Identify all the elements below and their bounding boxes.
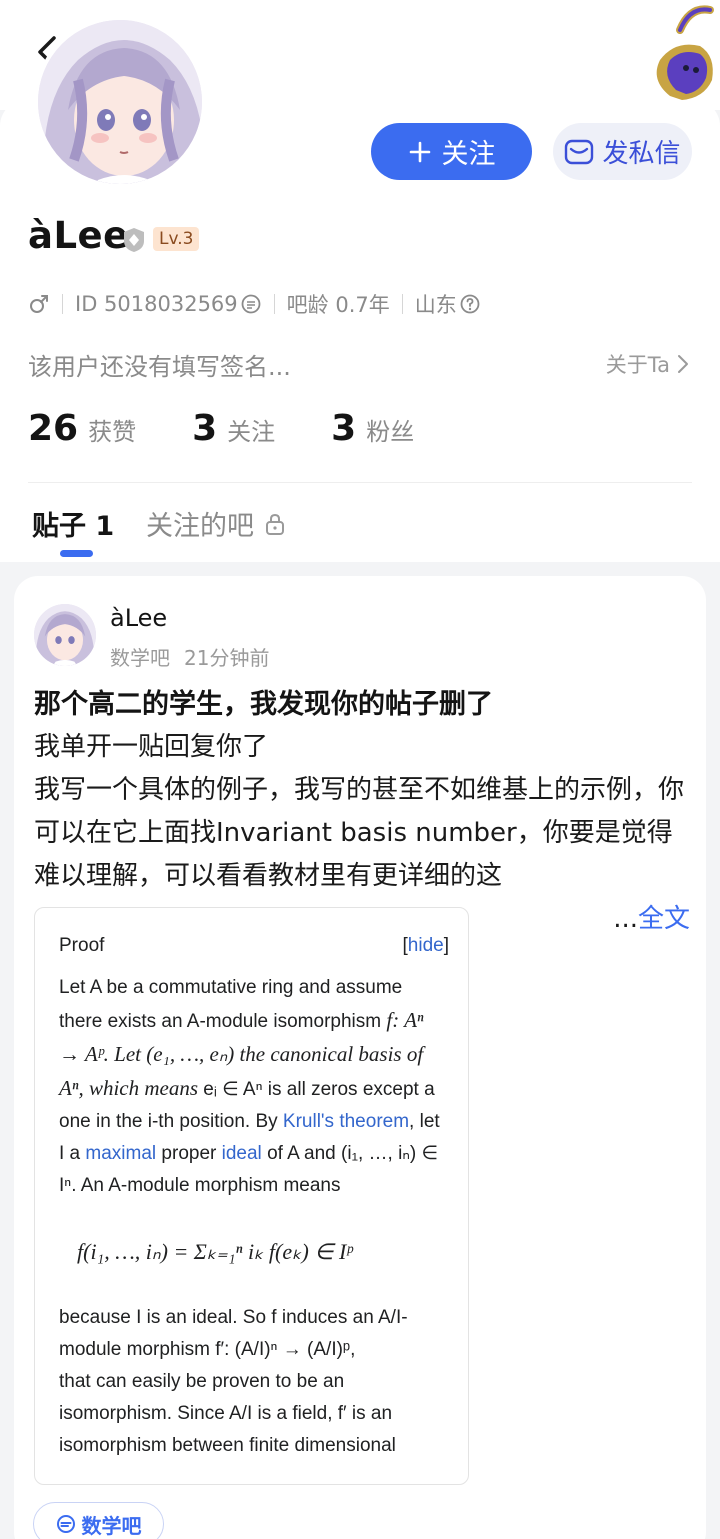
proof-text: proper [161,1143,217,1164]
bar-tag-label: 数学吧 [81,1513,142,1538]
proof-header: Proof [hide] [59,930,449,962]
post-title[interactable]: 那个高二的学生，我发现你的帖子删了 [34,682,493,721]
tab-followed-bars-label: 关注的吧 [146,511,254,542]
separator [273,294,275,314]
separator [401,294,403,314]
ellipsis: ... [613,904,638,934]
link-krull: Krull's theorem [282,1111,410,1132]
scorpion-badge-icon [656,0,720,100]
follow-button-label: 关注 [441,139,496,170]
post-image[interactable]: Proof [hide] Let A be a commutative ring… [34,907,469,1485]
post-meta: 数学吧 21分钟前 [110,642,269,671]
bar-tag[interactable]: 数学吧 [33,1502,164,1539]
user-id: ID 5018032569 [75,292,238,316]
stat-value: 3 [192,408,218,449]
avatar-illustration [34,604,96,666]
stat-label: 粉丝 [366,418,415,446]
stat-following[interactable]: 3 关注 [192,408,275,449]
post-author[interactable]: àLee [110,604,167,632]
post-time: 21分钟前 [184,646,270,670]
about-link[interactable]: 关于Ta [606,349,690,379]
stat-label: 获赞 [88,418,137,446]
plus-icon [409,141,430,162]
tab-followed-bars[interactable]: 关注的吧 [146,504,286,543]
post-bar[interactable]: 数学吧 [110,642,170,671]
copy-icon[interactable] [240,293,262,315]
post-line: 我写一个具体的例子，我写的甚至不如维基上的示例，你可以在它上面找Invarian… [34,775,685,891]
post-line: 我单开一贴回复你了 [34,732,269,762]
hide-link: hide [407,935,444,956]
link-maximal: maximal [85,1143,157,1164]
message-button[interactable]: 发私信 [553,123,692,180]
chevron-right-icon [678,355,688,373]
follow-button[interactable]: 关注 [371,123,532,180]
post-card[interactable]: àLee 数学吧 21分钟前 那个高二的学生，我发现你的帖子删了 我单开一贴回复… [14,576,706,1539]
separator [62,294,63,314]
tab-posts[interactable]: 贴子 1 [32,504,114,543]
stats-row: 26 获赞 3 关注 3 粉丝 [28,408,470,449]
stat-value: 3 [331,408,357,449]
read-more-link: 全文 [637,904,690,934]
username: àLee [28,214,129,257]
question-icon[interactable] [459,293,481,315]
shield-icon [124,228,144,252]
bar-age: 吧龄 0.7年 [286,293,390,317]
message-button-label: 发私信 [602,139,681,169]
proof-paragraph: because I is an ideal. So f induces an A… [59,1307,408,1360]
proof-heading: Proof [59,935,105,956]
proof-formula: f(i₁, …, iₙ) = Σₖ₌₁ⁿ iₖ f(eₖ) ∈ Iᵖ [77,1239,353,1264]
proof-content: Proof [hide] Let A be a commutative ring… [59,930,449,1462]
stat-value: 26 [28,408,79,449]
tab-indicator [60,550,93,557]
location: 山东 [414,293,457,317]
lock-icon [266,513,284,535]
level-badge: Lv.3 [153,227,200,251]
post-avatar[interactable] [34,604,96,666]
link-ideal: ideal [221,1143,262,1164]
divider [28,482,692,483]
male-icon [30,295,48,313]
mail-icon [565,139,594,164]
proof-paragraph: Let A be a commutative ring and assume t… [59,972,449,1202]
stat-followers[interactable]: 3 粉丝 [331,408,414,449]
proof-paragraph: that can easily be proven to be an isomo… [59,1371,396,1456]
signature: 该用户还没有填写签名... [28,353,291,381]
about-label: 关于Ta [605,353,670,377]
stat-likes[interactable]: 26 获赞 [28,408,136,449]
read-more[interactable]: ...全文 [583,898,690,941]
avatar[interactable] [34,16,206,188]
avatar-illustration [38,20,202,184]
profile-meta: ID 5018032569 吧龄 0.7年 山东 [28,288,481,320]
stat-label: 关注 [227,418,276,446]
hide-control: [hide] [402,935,449,956]
proof-text: Let A be a commutative ring and assume t… [59,977,403,1032]
bar-icon [56,1515,75,1533]
